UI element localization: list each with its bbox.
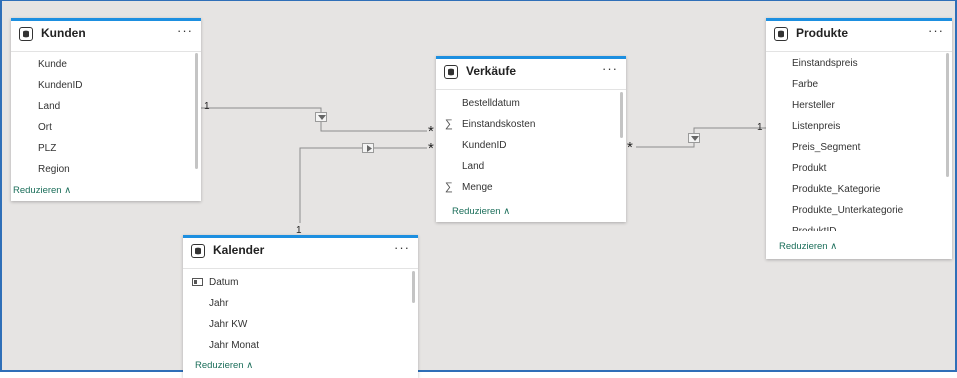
- table-title: Kalender: [213, 243, 265, 257]
- column-label: Datum: [209, 277, 239, 288]
- column-label: PLZ: [38, 143, 57, 154]
- column-label: Farbe: [792, 79, 819, 90]
- cardinality-many: *: [627, 139, 633, 156]
- column-label: KundenID: [462, 140, 507, 151]
- table-title: Verkäufe: [466, 64, 517, 78]
- sum-icon: ∑: [445, 118, 453, 130]
- column-label: Region: [38, 164, 70, 175]
- more-options-icon[interactable]: ···: [394, 240, 410, 255]
- table-header[interactable]: Kalender ···: [183, 238, 418, 269]
- cardinality-many: *: [428, 140, 434, 157]
- column-label: Kunde: [38, 59, 67, 70]
- column-item[interactable]: Datum: [183, 272, 418, 293]
- cardinality-one: 1: [204, 101, 210, 112]
- cardinality-many: *: [428, 123, 434, 140]
- scrollbar[interactable]: [195, 53, 198, 169]
- column-item[interactable]: Produkt: [766, 158, 952, 179]
- column-item[interactable]: Farbe: [766, 74, 952, 95]
- column-label: Preis_Segment: [792, 142, 861, 153]
- table-header[interactable]: Produkte ···: [766, 21, 952, 52]
- filter-direction-down-icon[interactable]: [315, 112, 327, 122]
- column-item[interactable]: Produkte_Unterkategorie: [766, 200, 952, 221]
- table-card-produkte[interactable]: Produkte ··· Einstandspreis Farbe Herste…: [766, 18, 952, 259]
- column-label: Produkt: [792, 163, 827, 174]
- table-icon: [19, 27, 33, 41]
- column-label: ProduktID: [792, 221, 836, 231]
- column-item[interactable]: Einstandspreis: [766, 53, 952, 74]
- column-label: Einstandspreis: [792, 58, 858, 69]
- reduce-link[interactable]: Reduzieren ∧: [195, 360, 253, 371]
- column-item[interactable]: Region: [11, 159, 201, 180]
- model-canvas[interactable]: 1 * 1 * 1 * Kunden ··· Kunde KundenID La…: [0, 0, 957, 378]
- column-item[interactable]: ∑ Menge: [436, 177, 626, 198]
- column-label: Land: [38, 101, 61, 112]
- table-header[interactable]: Verkäufe ···: [436, 59, 626, 90]
- column-label: Einstandskosten: [462, 119, 536, 130]
- table-title: Produkte: [796, 26, 849, 40]
- scrollbar[interactable]: [412, 271, 415, 303]
- filter-direction-down-icon[interactable]: [688, 133, 700, 143]
- reduce-link[interactable]: Reduzieren ∧: [13, 185, 71, 196]
- column-item[interactable]: ProduktID: [766, 221, 952, 231]
- scrollbar[interactable]: [620, 92, 623, 138]
- column-label: Produkte_Kategorie: [792, 184, 881, 195]
- column-item[interactable]: Bestelldatum: [436, 93, 626, 114]
- column-item[interactable]: PLZ: [11, 138, 201, 159]
- column-label: Produkte_Unterkategorie: [792, 205, 904, 216]
- reduce-link[interactable]: Reduzieren ∧: [452, 206, 510, 217]
- table-card-kunden[interactable]: Kunden ··· Kunde KundenID Land Ort PLZ R…: [11, 18, 201, 201]
- relationship-line-kunden-verkaeufe[interactable]: [201, 107, 427, 132]
- relationship-line-produkte-verkaeufe[interactable]: [636, 127, 766, 148]
- sum-icon: ∑: [445, 181, 453, 193]
- reduce-link[interactable]: Reduzieren ∧: [779, 241, 837, 252]
- column-label: KundenID: [38, 80, 83, 91]
- column-list: Einstandspreis Farbe Hersteller Listenpr…: [766, 53, 952, 231]
- column-item[interactable]: Land: [436, 156, 626, 177]
- filter-direction-right-icon[interactable]: [362, 143, 374, 153]
- table-icon: [191, 244, 205, 258]
- column-label: Land: [462, 161, 485, 172]
- table-card-kalender[interactable]: Kalender ··· Datum Jahr Jahr KW Jahr Mon…: [183, 235, 418, 378]
- more-options-icon[interactable]: ···: [602, 61, 618, 76]
- column-item[interactable]: Jahr KW: [183, 314, 418, 335]
- column-label: Menge: [462, 182, 493, 193]
- more-options-icon[interactable]: ···: [177, 23, 193, 38]
- column-item[interactable]: KundenID: [11, 75, 201, 96]
- column-label: Jahr KW: [209, 319, 248, 330]
- column-item[interactable]: Jahr Monat: [183, 335, 418, 356]
- column-item[interactable]: Kunde: [11, 54, 201, 75]
- column-item[interactable]: Land: [11, 96, 201, 117]
- table-card-verkaeufe[interactable]: Verkäufe ··· Bestelldatum ∑ Einstandskost…: [436, 56, 626, 222]
- column-label: Ort: [38, 122, 52, 133]
- column-label: Jahr Monat: [209, 340, 260, 351]
- column-item[interactable]: Hersteller: [766, 95, 952, 116]
- table-title: Kunden: [41, 26, 86, 40]
- cardinality-one: 1: [757, 122, 763, 133]
- column-label: Bestelldatum: [462, 98, 520, 109]
- column-label: Jahr: [209, 298, 229, 309]
- more-options-icon[interactable]: ···: [928, 23, 944, 38]
- scrollbar[interactable]: [946, 53, 949, 177]
- column-label: Hersteller: [792, 100, 835, 111]
- table-icon: [444, 65, 458, 79]
- column-item[interactable]: Preis_Segment: [766, 137, 952, 158]
- column-item[interactable]: Listenpreis: [766, 116, 952, 137]
- table-header[interactable]: Kunden ···: [11, 21, 201, 52]
- table-icon: [774, 27, 788, 41]
- column-item[interactable]: KundenID: [436, 135, 626, 156]
- column-item[interactable]: Ort: [11, 117, 201, 138]
- column-label: Listenpreis: [792, 121, 841, 132]
- column-item[interactable]: Jahr: [183, 293, 418, 314]
- column-item[interactable]: ∑ Einstandskosten: [436, 114, 626, 135]
- calendar-icon: [192, 278, 203, 286]
- relationship-line-kalender-verkaeufe[interactable]: [299, 147, 427, 223]
- column-item[interactable]: Produkte_Kategorie: [766, 179, 952, 200]
